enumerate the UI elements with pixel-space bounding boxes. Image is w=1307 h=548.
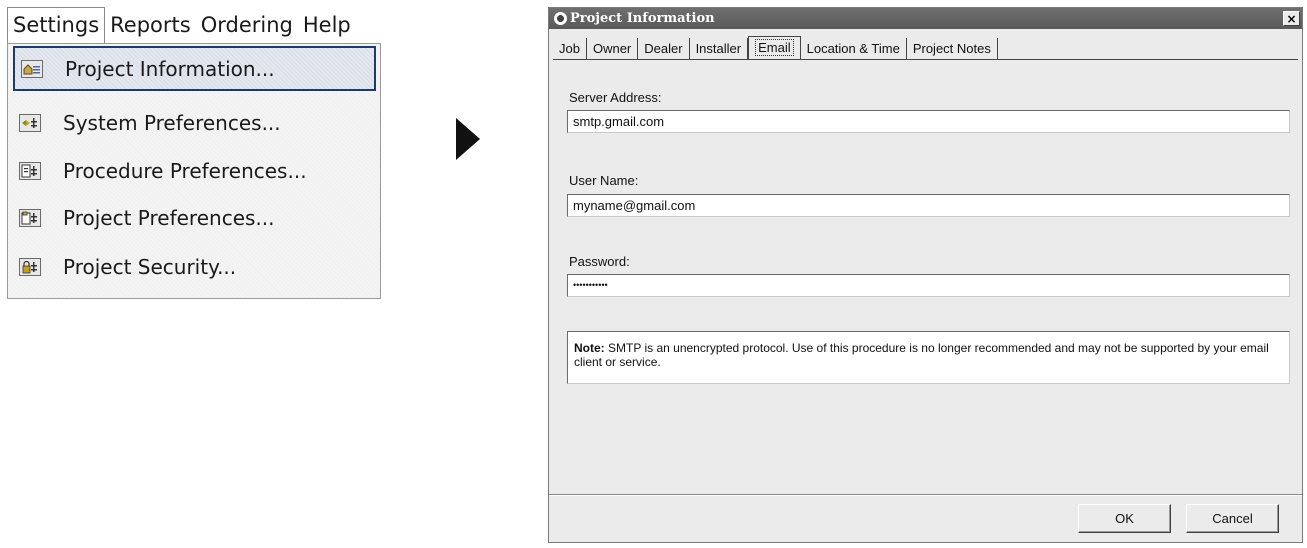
- tab-divider: [553, 59, 1298, 60]
- note-label: Note:: [574, 341, 605, 355]
- app-icon: [554, 12, 567, 25]
- menu-item-label: Project Information...: [65, 56, 275, 81]
- menu-item-system-preferences[interactable]: System Preferences...: [13, 100, 376, 145]
- tab-installer[interactable]: Installer: [690, 38, 749, 60]
- menu-settings[interactable]: Settings: [7, 7, 106, 43]
- server-address-label: Server Address:: [569, 90, 662, 105]
- password-input[interactable]: •••••••••••: [567, 274, 1290, 297]
- menu-item-label: System Preferences...: [63, 110, 281, 135]
- menu-item-project-information[interactable]: Project Information...: [13, 46, 376, 91]
- menu-item-project-preferences[interactable]: Project Preferences...: [13, 195, 376, 240]
- tab-project-notes[interactable]: Project Notes: [907, 38, 998, 60]
- tab-location-time[interactable]: Location & Time: [801, 38, 907, 60]
- cancel-button[interactable]: Cancel: [1186, 504, 1279, 533]
- tab-dealer[interactable]: Dealer: [638, 38, 690, 60]
- menu-reports[interactable]: Reports: [105, 8, 196, 42]
- password-label: Password:: [569, 254, 630, 269]
- note-text: SMTP is an unencrypted protocol. Use of …: [574, 341, 1269, 369]
- server-address-input[interactable]: smtp.gmail.com: [567, 110, 1290, 133]
- user-name-label: User Name:: [569, 173, 639, 188]
- menu-bar: Settings Reports Ordering Help: [7, 7, 381, 43]
- menu-item-procedure-preferences[interactable]: Procedure Preferences...: [13, 148, 376, 193]
- menu-item-label: Procedure Preferences...: [63, 158, 307, 183]
- menu-item-label: Project Preferences...: [63, 205, 275, 230]
- right-arrow-icon: [456, 118, 480, 160]
- dialog-titlebar: Project Information ×: [549, 8, 1302, 29]
- project-preferences-icon: [19, 208, 41, 227]
- user-name-input[interactable]: myname@gmail.com: [567, 194, 1290, 217]
- menu-item-project-security[interactable]: Project Security...: [13, 244, 376, 289]
- system-preferences-icon: [19, 113, 41, 132]
- settings-dropdown: Project Information... System Preference…: [7, 43, 381, 299]
- project-info-icon: [21, 59, 43, 78]
- tab-owner[interactable]: Owner: [587, 38, 639, 60]
- ok-button[interactable]: OK: [1078, 504, 1171, 533]
- tab-job[interactable]: Job: [553, 38, 587, 60]
- procedure-preferences-icon: [19, 161, 41, 180]
- close-button[interactable]: ×: [1283, 11, 1300, 26]
- project-information-dialog: Project Information × Job Owner Dealer I…: [548, 7, 1303, 543]
- menu-ordering[interactable]: Ordering: [196, 8, 298, 42]
- dialog-title: Project Information: [570, 11, 715, 26]
- footer-divider: [549, 494, 1302, 496]
- menu-item-label: Project Security...: [63, 254, 237, 279]
- lock-icon: [19, 257, 41, 276]
- tab-email[interactable]: Email: [748, 36, 801, 60]
- tab-strip: Job Owner Dealer Installer Email Locatio…: [553, 36, 998, 60]
- menu-help[interactable]: Help: [298, 8, 356, 42]
- smtp-note: Note: SMTP is an unencrypted protocol. U…: [567, 331, 1290, 384]
- tab-email-label: Email: [755, 39, 794, 56]
